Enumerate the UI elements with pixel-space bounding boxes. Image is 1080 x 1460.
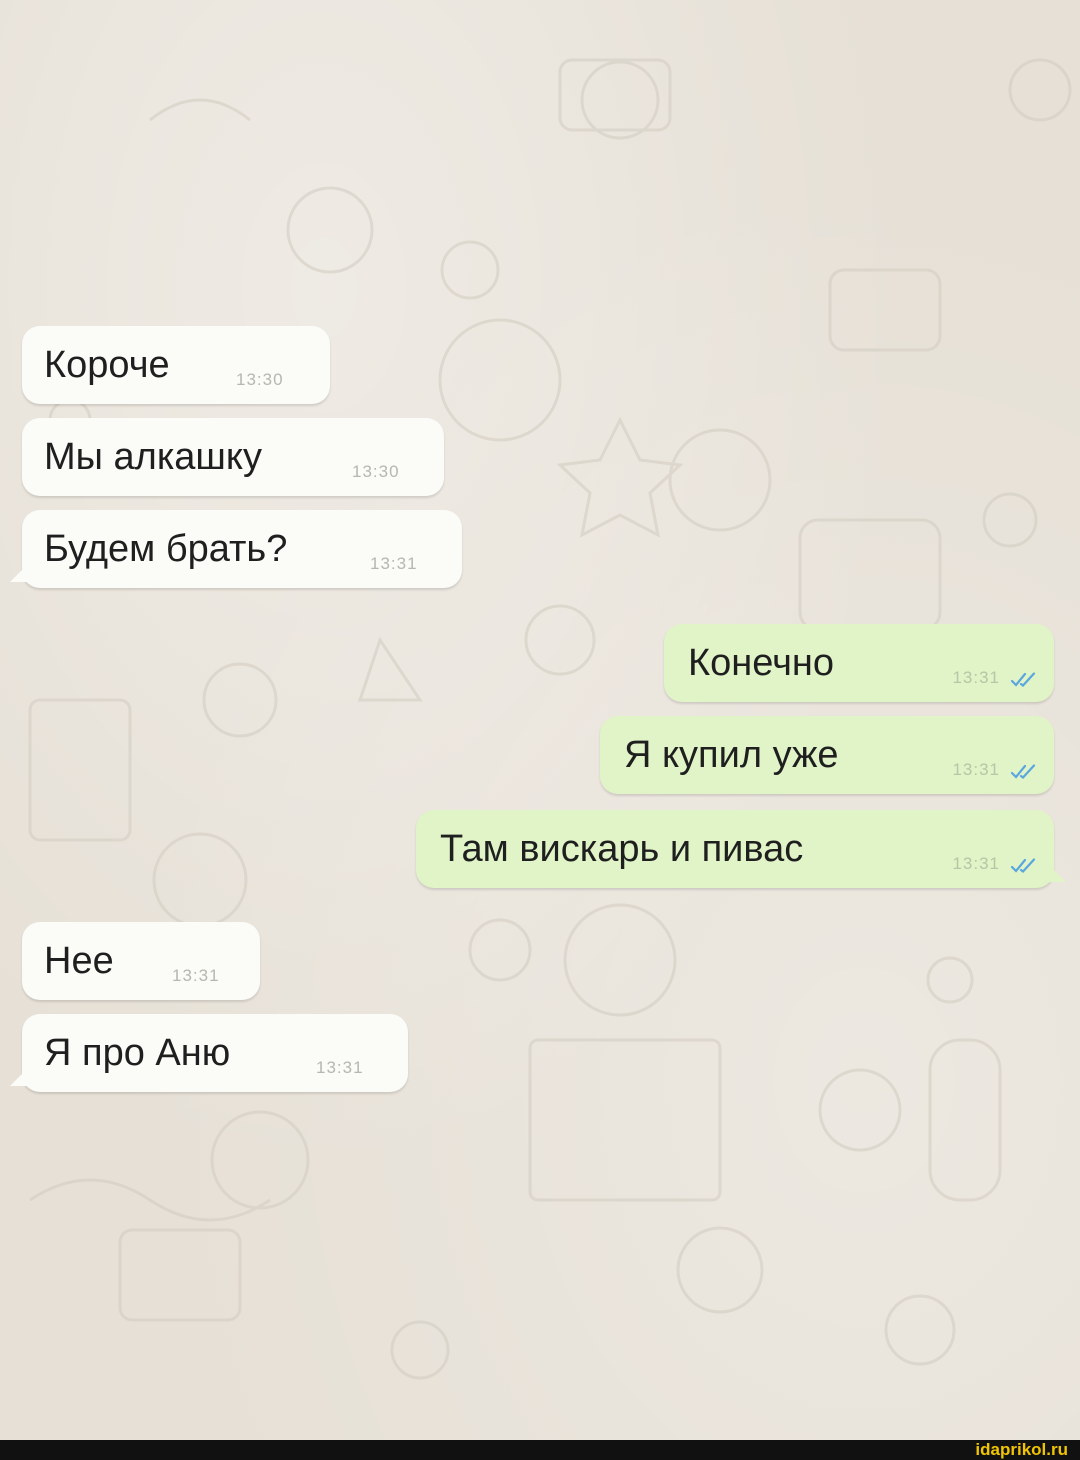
message-time: 13:30 [352, 462, 400, 481]
message-text: Мы алкашку [44, 436, 262, 478]
message-time: 13:31 [172, 966, 220, 985]
message-time: 13:31 [952, 760, 1000, 779]
message-time: 13:30 [236, 370, 284, 389]
watermark-bar: idaprikol.ru [0, 1440, 1080, 1460]
chat-background: Короче 13:30 Мы алкашку 13:30 Будем брат… [0, 0, 1080, 1440]
message-time: 13:31 [952, 854, 1000, 873]
message-bubble-outgoing[interactable]: Я купил уже 13:31 [600, 716, 1054, 794]
message-text: Будем брать? [44, 528, 288, 570]
message-text: Конечно [688, 642, 835, 684]
message-time: 13:31 [370, 554, 418, 573]
message-text: Я про Аню [44, 1032, 231, 1074]
message-bubble-outgoing[interactable]: Конечно 13:31 [664, 624, 1054, 702]
message-bubble-outgoing[interactable]: Там вискарь и пивас 13:31 [416, 810, 1054, 888]
message-text: Короче [44, 344, 170, 386]
message-text: Я купил уже [624, 734, 839, 776]
double-check-icon [1010, 858, 1036, 873]
message-bubble-incoming[interactable]: Нее 13:31 [22, 922, 260, 1000]
message-text: Там вискарь и пивас [440, 828, 804, 870]
message-text: Нее [44, 940, 114, 982]
message-time: 13:31 [316, 1058, 364, 1077]
message-bubble-incoming[interactable]: Мы алкашку 13:30 [22, 418, 444, 496]
double-check-icon [1010, 764, 1036, 779]
message-bubble-incoming[interactable]: Будем брать? 13:31 [22, 510, 462, 588]
double-check-icon [1010, 672, 1036, 687]
message-bubble-incoming[interactable]: Я про Аню 13:31 [22, 1014, 408, 1092]
watermark-text: idaprikol.ru [975, 1440, 1068, 1459]
message-bubble-incoming[interactable]: Короче 13:30 [22, 326, 330, 404]
message-time: 13:31 [952, 668, 1000, 687]
